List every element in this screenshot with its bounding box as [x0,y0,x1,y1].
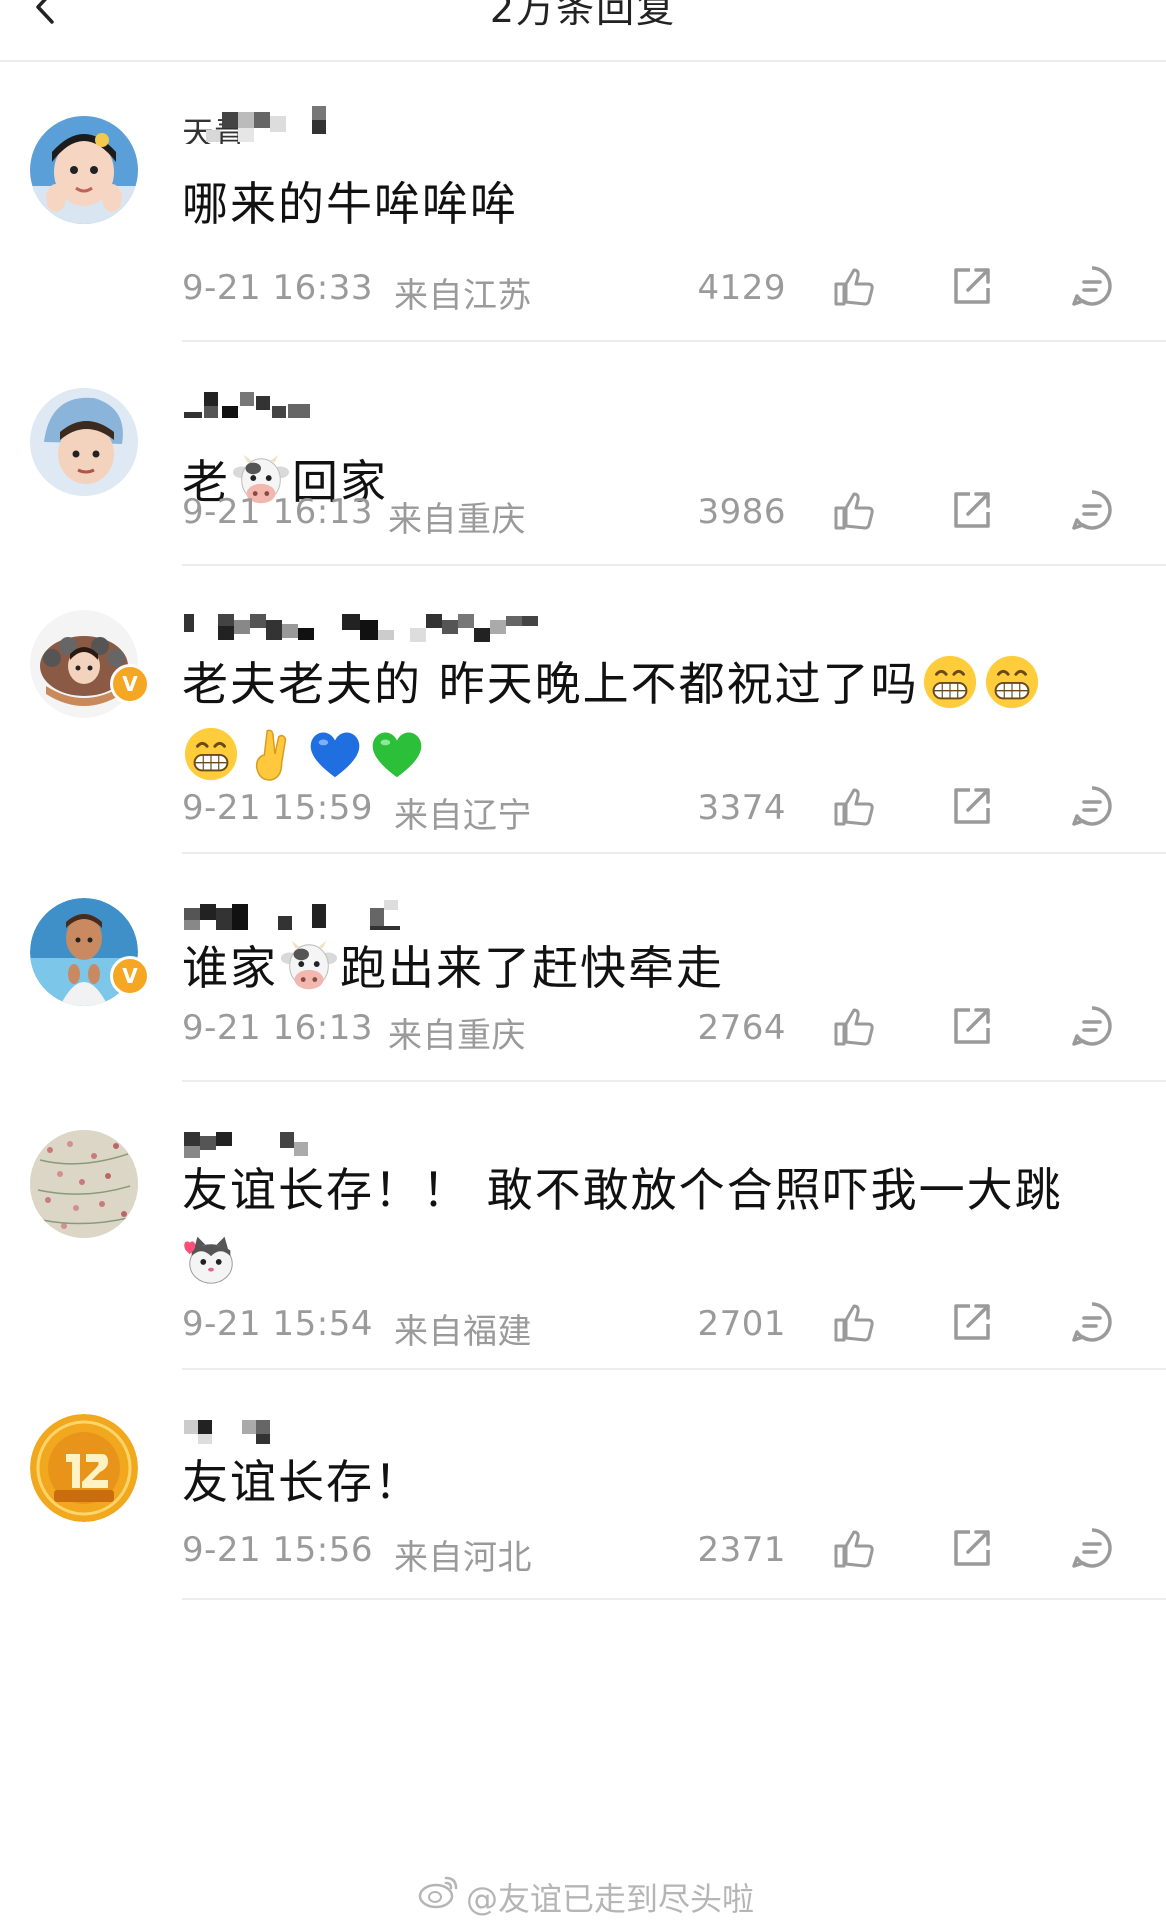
comment-location: 来自河北 [394,1538,532,1578]
thumbs-up-icon[interactable] [830,782,878,830]
avatar[interactable]: V [30,610,150,718]
crossed-fingers-emoji [244,725,302,783]
username-mosaic [206,106,326,142]
comment-time: 9-21 16:33 [182,268,373,308]
comment-item[interactable]: V 老夫老夫的 昨天晚上不都祝过了吗 9-21 15:59 来自辽宁 3374 [0,566,1166,854]
username[interactable]: 天青 [182,102,662,144]
verified-badge: V [110,956,150,996]
comment-meta: 9-21 16:13 来自重庆 3986 [182,490,1142,540]
comment-meta: 9-21 15:54 来自福建 2701 [182,1302,1142,1352]
like-count: 4129 [697,268,786,308]
comment-text: 友谊长存！！ 敢不敢放个合照吓我一大跳 [182,1154,1082,1298]
avatar[interactable] [30,1414,138,1522]
comment-location: 来自江苏 [394,276,532,316]
comment-time: 9-21 16:13 [182,492,373,532]
comment-item[interactable]: V 谁家 跑出来了赶快牵走 9-21 16:13 来自重庆 2764 [0,854,1166,1082]
comment-location: 来自辽宁 [394,796,532,836]
cow-face-emoji [280,937,338,995]
verified-badge: V [110,664,150,704]
share-icon[interactable] [948,262,996,310]
comment-text: 谁家 跑出来了赶快牵走 [182,932,1082,1004]
avatar[interactable] [30,1130,138,1238]
share-icon[interactable] [948,1002,996,1050]
comment-icon[interactable] [1068,1298,1116,1346]
thumbs-up-icon[interactable] [830,1002,878,1050]
avatar[interactable]: V [30,898,150,1006]
share-icon[interactable] [948,1298,996,1346]
username[interactable] [182,382,662,424]
thumbs-up-icon[interactable] [830,486,878,534]
weibo-logo-icon [418,1876,458,1909]
comment-text: 哪来的牛哞哞哞 [182,177,518,231]
thumbs-up-icon[interactable] [830,262,878,310]
avatar[interactable] [30,116,138,224]
grinning-face-emoji [983,653,1041,711]
top-bar: 2万条回复 [0,0,1166,62]
avatar[interactable] [30,388,138,496]
username-mosaic [184,392,310,418]
share-icon[interactable] [948,782,996,830]
comment-text: 老夫老夫的 昨天晚上不都祝过了吗 [182,648,1082,792]
comment-meta: 9-21 16:33 来自江苏 4129 [182,266,1142,316]
comment-location: 来自重庆 [388,1016,526,1056]
like-count: 2701 [697,1304,786,1344]
cat-face-with-heart-emoji [182,1231,240,1289]
comment-meta: 9-21 16:13 来自重庆 2764 [182,1006,1142,1056]
comment-time: 9-21 15:56 [182,1530,373,1570]
username[interactable] [182,894,662,936]
comment-item[interactable]: 友谊长存！ 9-21 15:56 来自河北 2371 [0,1370,1166,1600]
comment-meta: 9-21 15:56 来自河北 2371 [182,1528,1142,1578]
comment-meta: 9-21 15:59 来自辽宁 3374 [182,786,1142,836]
grinning-face-emoji [182,725,240,783]
share-icon[interactable] [948,486,996,534]
comment-time: 9-21 15:54 [182,1304,373,1344]
page-title: 2万条回复 [489,0,677,31]
comment-icon[interactable] [1068,486,1116,534]
username-mosaic [184,900,400,930]
comment-item[interactable]: 天青 哪来的牛哞哞哞 9-21 16:33 来自江苏 4129 [0,62,1166,342]
username-mosaic [184,614,538,642]
comment-time: 9-21 15:59 [182,788,373,828]
comment-location: 来自重庆 [388,500,526,540]
like-count: 2371 [697,1530,786,1570]
comment-icon[interactable] [1068,262,1116,310]
divider [182,1598,1166,1600]
green-heart-emoji [368,725,426,783]
comment-icon[interactable] [1068,1524,1116,1572]
comment-time: 9-21 16:13 [182,1008,373,1048]
username[interactable] [182,606,742,648]
comment-item[interactable]: 老 回家 9-21 16:13 来自重庆 3986 [0,342,1166,566]
thumbs-up-icon[interactable] [830,1298,878,1346]
comment-location: 来自福建 [394,1312,532,1352]
grinning-face-emoji [921,653,979,711]
comment-icon[interactable] [1068,1002,1116,1050]
blue-heart-emoji [306,725,364,783]
comment-item[interactable]: 友谊长存！！ 敢不敢放个合照吓我一大跳 9-21 15:54 来自福建 2701 [0,1082,1166,1370]
like-count: 2764 [697,1008,786,1048]
like-count: 3374 [697,788,786,828]
comment-icon[interactable] [1068,782,1116,830]
comment-text: 友谊长存！ [182,1455,422,1509]
thumbs-up-icon[interactable] [830,1524,878,1572]
like-count: 3986 [697,492,786,532]
share-icon[interactable] [948,1524,996,1572]
